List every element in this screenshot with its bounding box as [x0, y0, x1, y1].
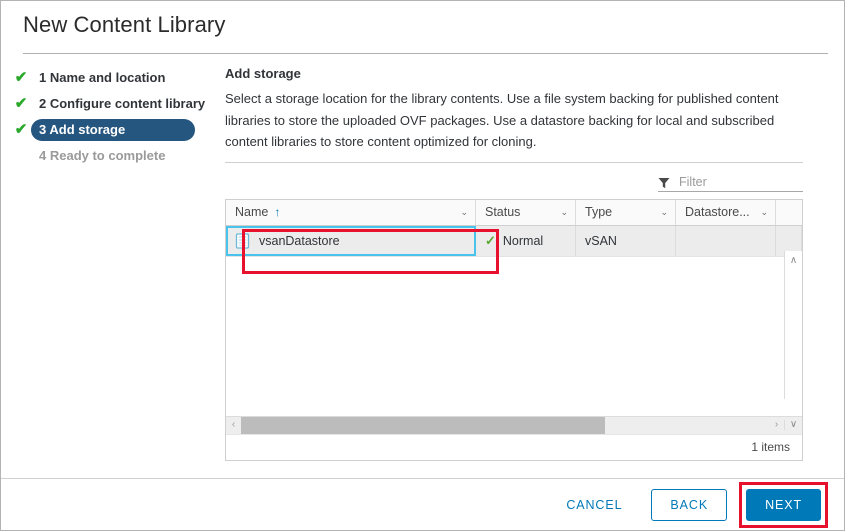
- page-title: New Content Library: [23, 11, 844, 39]
- funnel-icon: [658, 176, 670, 188]
- column-header-name[interactable]: Name ↑ ⌄: [226, 200, 476, 225]
- cell-datastore: [676, 226, 776, 256]
- cell-status: ✓ Normal: [476, 226, 576, 256]
- annotation-highlight-next-button: NEXT: [739, 482, 828, 528]
- chevron-up-icon[interactable]: ∧: [790, 251, 797, 267]
- sidebar-item-label: 2 Configure content library: [31, 93, 213, 115]
- column-header-label: Name: [235, 205, 268, 219]
- item-count-label: 1 items: [751, 440, 790, 454]
- search-input[interactable]: [679, 175, 803, 189]
- check-icon: ✔: [11, 70, 31, 85]
- sidebar-item-label: 4 Ready to complete: [31, 145, 173, 167]
- pane-title: Add storage: [225, 66, 830, 82]
- table-body: vsanDatastore ✓ Normal vSAN: [226, 226, 802, 416]
- column-header-label: Status: [485, 205, 520, 219]
- horizontal-scrollbar[interactable]: ‹ › ∨: [226, 416, 802, 434]
- column-header-label: Type: [585, 205, 612, 219]
- table-header-row: Name ↑ ⌄ Status ⌄ Type: [226, 200, 802, 226]
- datastore-table: Name ↑ ⌄ Status ⌄ Type: [225, 199, 803, 461]
- horizontal-scroll-track[interactable]: [241, 417, 769, 434]
- add-storage-pane: Add storage Select a storage location fo…: [225, 66, 844, 461]
- table-row[interactable]: vsanDatastore ✓ Normal vSAN: [226, 226, 802, 257]
- sidebar-item-label: 1 Name and location: [31, 67, 173, 89]
- wizard-title-bar: New Content Library: [1, 1, 844, 47]
- filter-box[interactable]: [658, 175, 803, 192]
- sidebar-item-add-storage[interactable]: ✔ 3 Add storage: [11, 118, 225, 141]
- column-header-datastore[interactable]: Datastore... ⌄: [676, 200, 776, 225]
- wizard-footer: CANCEL BACK NEXT: [1, 478, 844, 530]
- check-icon: ✔: [11, 96, 31, 111]
- sidebar-item-configure-content-library[interactable]: ✔ 2 Configure content library: [11, 92, 225, 115]
- chevron-left-icon[interactable]: ‹: [226, 420, 241, 430]
- type-label: vSAN: [585, 234, 617, 248]
- cancel-button[interactable]: CANCEL: [547, 489, 641, 521]
- new-content-library-wizard: New Content Library ✔ 1 Name and locatio…: [0, 0, 845, 531]
- chevron-right-icon[interactable]: ›: [769, 420, 784, 430]
- column-header-type[interactable]: Type ⌄: [576, 200, 676, 225]
- chevron-down-icon[interactable]: ∨: [784, 420, 802, 430]
- status-ok-icon: ✓: [485, 234, 496, 247]
- pane-divider: [225, 162, 803, 163]
- back-button[interactable]: BACK: [651, 489, 727, 521]
- filter-row: [225, 175, 803, 192]
- sort-ascending-icon: ↑: [274, 206, 280, 218]
- sidebar-item-ready-to-complete[interactable]: 4 Ready to complete: [11, 144, 225, 167]
- datastore-icon: [235, 233, 250, 249]
- chevron-down-icon[interactable]: ⌄: [660, 208, 668, 217]
- horizontal-scroll-thumb[interactable]: [241, 417, 605, 434]
- wizard-body: ✔ 1 Name and location ✔ 2 Configure cont…: [1, 54, 844, 461]
- chevron-down-icon[interactable]: ⌄: [560, 208, 568, 217]
- sidebar-item-label: 3 Add storage: [31, 119, 195, 141]
- next-button[interactable]: NEXT: [746, 489, 821, 521]
- chevron-down-icon[interactable]: ⌄: [460, 208, 468, 217]
- column-header-spacer: [776, 200, 802, 225]
- datastore-name-label: vsanDatastore: [259, 234, 340, 248]
- check-icon: ✔: [11, 122, 31, 137]
- column-header-status[interactable]: Status ⌄: [476, 200, 576, 225]
- vertical-scrollbar[interactable]: ∧: [784, 251, 802, 399]
- table-footer: 1 items: [226, 434, 802, 460]
- chevron-down-icon[interactable]: ⌄: [760, 208, 768, 217]
- column-header-label: Datastore...: [685, 205, 750, 219]
- cell-type: vSAN: [576, 226, 676, 256]
- pane-description: Select a storage location for the librar…: [225, 88, 803, 153]
- wizard-steps-list: ✔ 1 Name and location ✔ 2 Configure cont…: [1, 66, 225, 170]
- sidebar-item-name-and-location[interactable]: ✔ 1 Name and location: [11, 66, 225, 89]
- status-badge: Normal: [503, 234, 543, 248]
- cell-name[interactable]: vsanDatastore: [226, 226, 476, 256]
